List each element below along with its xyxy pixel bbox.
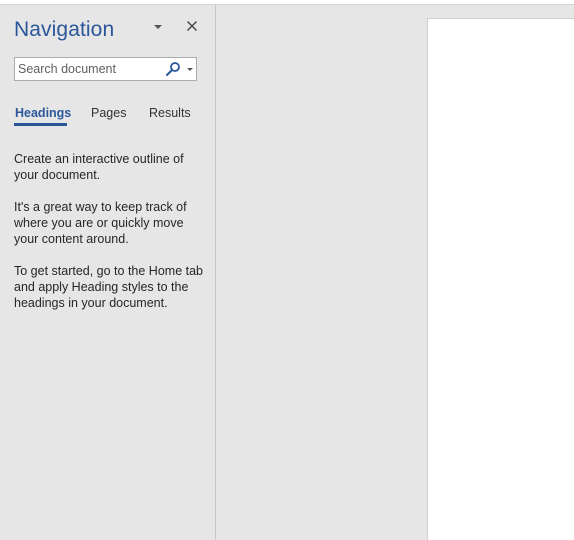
search-box [14,57,197,81]
close-icon [187,21,197,31]
search-input[interactable] [15,58,164,80]
tab-headings[interactable]: Headings [15,106,71,120]
help-paragraph: Create an interactive outline of your do… [14,152,184,182]
search-options-dropdown[interactable] [185,60,195,78]
navigation-help: Create an interactive outline of your do… [14,151,206,327]
tab-pages[interactable]: Pages [91,106,126,120]
navigation-title: Navigation [14,18,115,41]
document-page[interactable] [427,18,574,540]
word-window: Navigation Search document Headings Page… [0,0,574,540]
search-button[interactable] [163,60,183,78]
chevron-down-icon [154,25,162,29]
search-icon [166,62,180,76]
pane-options-button[interactable] [150,19,166,35]
small-chevron-down-icon [187,68,193,71]
help-paragraph: It's a great way to keep track of where … [14,200,187,246]
tab-results[interactable]: Results [149,106,191,120]
active-tab-indicator [14,123,67,126]
navigation-pane: Navigation Search document Headings Page… [0,5,215,540]
pane-close-button[interactable] [184,18,200,34]
pane-splitter[interactable] [215,5,216,540]
help-paragraph: To get started, go to the Home tab and a… [14,264,204,310]
